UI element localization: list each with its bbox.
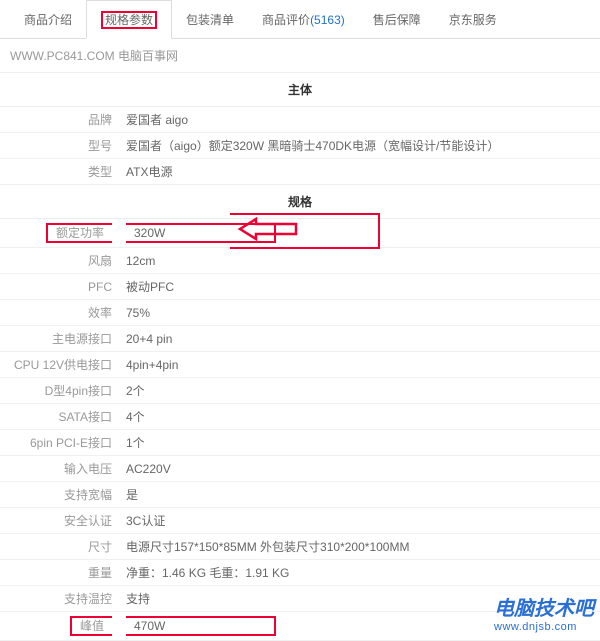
table-row: 类型ATX电源 bbox=[0, 159, 600, 185]
spec-key: 输入电压 bbox=[0, 456, 120, 482]
spec-value: 被动PFC bbox=[120, 274, 600, 300]
table-row: 型号爱国者（aigo）额定320W 黑暗骑士470DK电源（宽幅设计/节能设计） bbox=[0, 133, 600, 159]
highlight-box: 峰值 bbox=[70, 616, 112, 636]
tab-reviews[interactable]: 商品评价(5163) bbox=[248, 1, 359, 38]
spec-value: 4pin+4pin bbox=[120, 352, 600, 378]
table-row: 品牌爱国者 aigo bbox=[0, 107, 600, 133]
table-row: SATA接口4个 bbox=[0, 404, 600, 430]
tab-package[interactable]: 包装清单 bbox=[172, 1, 248, 38]
spec-value: 4个 bbox=[120, 404, 600, 430]
spec-table: 额定功率 320W 风扇12cm PFC被动PFC 效率75% 主电源接口20+… bbox=[0, 219, 600, 641]
spec-key: 品牌 bbox=[0, 107, 120, 133]
table-row: 尺寸电源尺寸157*150*85MM 外包装尺寸310*200*100MM bbox=[0, 534, 600, 560]
spec-key: D型4pin接口 bbox=[0, 378, 120, 404]
watermark-url: www.dnjsb.com bbox=[494, 621, 594, 633]
spec-value: 1个 bbox=[120, 430, 600, 456]
tab-jd-service[interactable]: 京东服务 bbox=[435, 1, 511, 38]
spec-value: 12cm bbox=[120, 248, 600, 274]
spec-key: 主电源接口 bbox=[0, 326, 120, 352]
watermark-title: 电脑技术吧 bbox=[494, 592, 594, 621]
spec-value: 20+4 pin bbox=[120, 326, 600, 352]
table-row: 6pin PCI-E接口1个 bbox=[0, 430, 600, 456]
spec-key: 风扇 bbox=[0, 248, 120, 274]
review-count: (5163) bbox=[310, 13, 345, 27]
watermark: 电脑技术吧 www.dnjsb.com bbox=[494, 592, 594, 633]
spec-key: 支持温控 bbox=[0, 586, 120, 612]
table-row: D型4pin接口2个 bbox=[0, 378, 600, 404]
table-row: CPU 12V供电接口4pin+4pin bbox=[0, 352, 600, 378]
spec-key: 尺寸 bbox=[0, 534, 120, 560]
spec-key: 效率 bbox=[0, 300, 120, 326]
table-row: 安全认证3C认证 bbox=[0, 508, 600, 534]
tab-after-sale[interactable]: 售后保障 bbox=[359, 1, 435, 38]
spec-value: 是 bbox=[120, 482, 600, 508]
table-row: 输入电压AC220V bbox=[0, 456, 600, 482]
spec-value: 2个 bbox=[120, 378, 600, 404]
tab-intro[interactable]: 商品介绍 bbox=[10, 1, 86, 38]
highlight-box: 额定功率 bbox=[46, 223, 112, 243]
table-row: 风扇12cm bbox=[0, 248, 600, 274]
tab-spec-highlight: 规格参数 bbox=[101, 11, 157, 29]
spec-key: 类型 bbox=[0, 159, 120, 185]
table-row: 支持宽幅是 bbox=[0, 482, 600, 508]
spec-value: 电源尺寸157*150*85MM 外包装尺寸310*200*100MM bbox=[120, 534, 600, 560]
spec-value: ATX电源 bbox=[120, 159, 600, 185]
source-line: WWW.PC841.COM 电脑百事网 bbox=[0, 39, 600, 73]
spec-value: AC220V bbox=[120, 456, 600, 482]
section-header-body: 主体 bbox=[0, 73, 600, 107]
spec-key: PFC bbox=[0, 274, 120, 300]
spec-key: 支持宽幅 bbox=[0, 482, 120, 508]
table-row: 额定功率 320W bbox=[0, 219, 600, 248]
table-row: 效率75% bbox=[0, 300, 600, 326]
spec-value: 320W bbox=[120, 219, 600, 248]
table-row: 主电源接口20+4 pin bbox=[0, 326, 600, 352]
table-row: 重量净重：1.46 KG 毛重：1.91 KG bbox=[0, 560, 600, 586]
body-table: 品牌爱国者 aigo 型号爱国者（aigo）额定320W 黑暗骑士470DK电源… bbox=[0, 107, 600, 185]
spec-value: 爱国者（aigo）额定320W 黑暗骑士470DK电源（宽幅设计/节能设计） bbox=[120, 133, 600, 159]
spec-key: CPU 12V供电接口 bbox=[0, 352, 120, 378]
spec-key: 额定功率 bbox=[0, 219, 120, 248]
spec-key: 重量 bbox=[0, 560, 120, 586]
tab-spec[interactable]: 规格参数 bbox=[86, 0, 172, 39]
spec-key: 6pin PCI-E接口 bbox=[0, 430, 120, 456]
highlight-box: 470W bbox=[126, 616, 276, 636]
arrow-left-icon bbox=[230, 213, 380, 249]
spec-value: 爱国者 aigo bbox=[120, 107, 600, 133]
spec-key: 安全认证 bbox=[0, 508, 120, 534]
spec-key: 峰值 bbox=[0, 612, 120, 641]
spec-key: SATA接口 bbox=[0, 404, 120, 430]
spec-value: 3C认证 bbox=[120, 508, 600, 534]
spec-value: 75% bbox=[120, 300, 600, 326]
spec-value: 净重：1.46 KG 毛重：1.91 KG bbox=[120, 560, 600, 586]
spec-key: 型号 bbox=[0, 133, 120, 159]
product-tabs: 商品介绍 规格参数 包装清单 商品评价(5163) 售后保障 京东服务 bbox=[0, 0, 600, 39]
table-row: PFC被动PFC bbox=[0, 274, 600, 300]
